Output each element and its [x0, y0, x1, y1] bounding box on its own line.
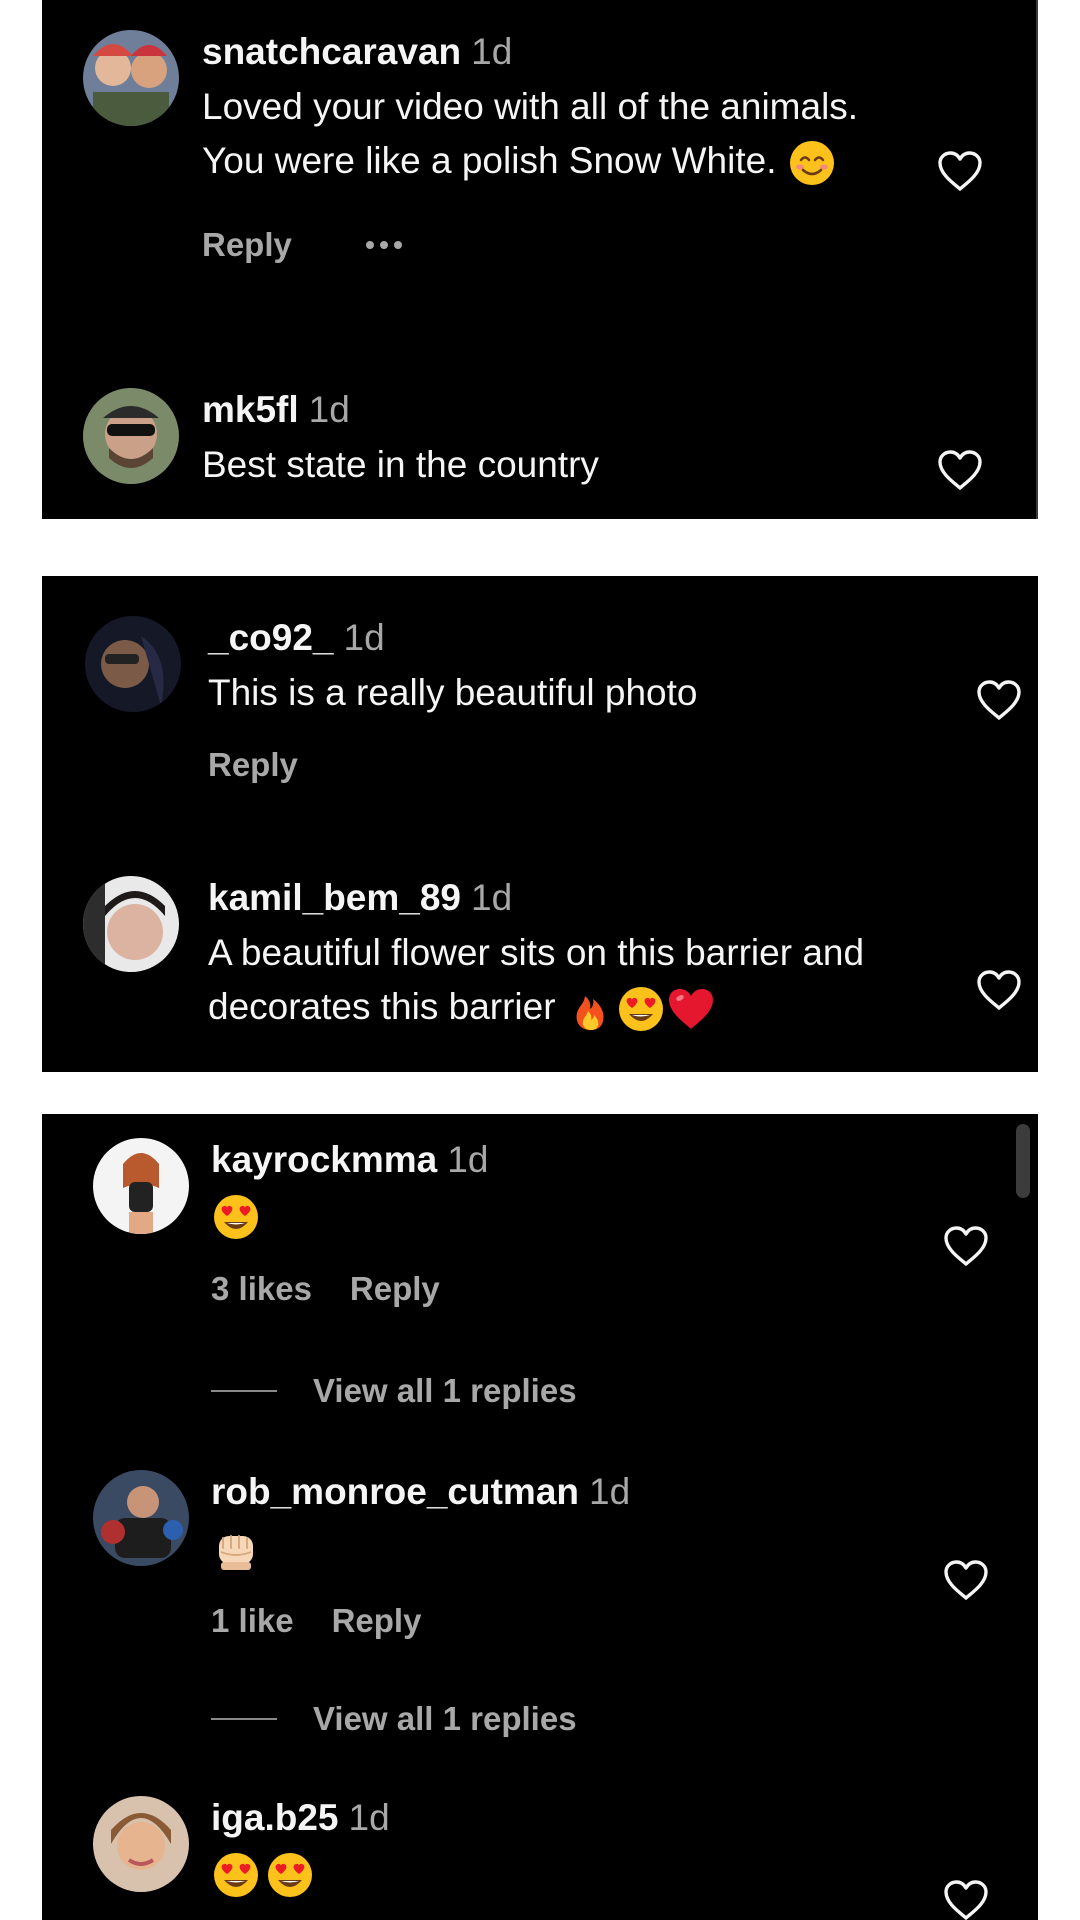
like-heart-icon[interactable] — [975, 678, 1023, 722]
comment-body: snatchcaravan 1d Loved your video with al… — [202, 30, 918, 264]
scrollbar[interactable] — [1016, 1124, 1030, 1198]
comment-body: rob_monroe_cutman 1d 1 like Reply — [211, 1470, 918, 1640]
replies-divider — [211, 1718, 277, 1720]
comment-text: This is a really beautiful photo — [208, 672, 698, 713]
comment-text — [211, 1522, 918, 1576]
likes-count[interactable]: 3 likes — [211, 1270, 312, 1308]
comments-panel-3: kayrockmma 1d 3 likes Reply View all 1 re… — [42, 1114, 1038, 1920]
like-heart-icon[interactable] — [975, 968, 1023, 1012]
like-heart-icon[interactable] — [936, 149, 984, 193]
like-heart-icon[interactable] — [942, 1878, 990, 1920]
timestamp: 1d — [447, 1139, 489, 1180]
replies-divider — [211, 1390, 277, 1392]
timestamp: 1d — [308, 389, 350, 430]
comment-actions: 1 like Reply — [211, 1602, 918, 1640]
reply-button[interactable]: Reply — [350, 1270, 440, 1308]
smiling-face-emoji-icon — [787, 138, 837, 188]
timestamp: 1d — [471, 877, 513, 918]
red-heart-emoji-icon — [666, 984, 716, 1034]
username[interactable]: snatchcaravan — [202, 31, 461, 72]
avatar[interactable] — [83, 876, 179, 972]
comment-body: _co92_ 1d This is a really beautiful phot… — [208, 616, 918, 784]
reply-button[interactable]: Reply — [332, 1602, 422, 1640]
reply-button[interactable]: Reply — [202, 226, 292, 264]
panel-scroll-edge — [1036, 0, 1038, 519]
more-options-icon[interactable] — [365, 241, 402, 250]
username[interactable]: mk5fl — [202, 389, 299, 430]
avatar[interactable] — [93, 1796, 189, 1892]
comment-text: A beautiful flower sits on this barrier … — [208, 926, 988, 1034]
username[interactable]: kayrockmma — [211, 1139, 437, 1180]
timestamp: 1d — [471, 31, 513, 72]
username[interactable]: kamil_bem_89 — [208, 877, 461, 918]
like-heart-icon[interactable] — [942, 1224, 990, 1268]
avatar[interactable] — [93, 1138, 189, 1234]
comment-text — [211, 1848, 918, 1902]
timestamp: 1d — [589, 1471, 631, 1512]
avatar[interactable] — [85, 616, 181, 712]
comments-panel-1: snatchcaravan 1d Loved your video with al… — [42, 0, 1038, 519]
username[interactable]: iga.b25 — [211, 1797, 339, 1838]
heart-eyes-emoji-icon — [265, 1850, 315, 1900]
comment-body: iga.b25 1d — [211, 1796, 918, 1902]
reply-button[interactable]: Reply — [208, 746, 298, 784]
username[interactable]: rob_monroe_cutman — [211, 1471, 579, 1512]
fire-emoji-icon — [566, 984, 616, 1034]
view-replies-button[interactable]: View all 1 replies — [211, 1700, 577, 1738]
comment-actions: 3 likes Reply — [211, 1270, 918, 1308]
timestamp: 1d — [348, 1797, 390, 1838]
comment-body: kayrockmma 1d 3 likes Reply — [211, 1138, 918, 1308]
avatar[interactable] — [83, 30, 179, 126]
comments-panel-2: _co92_ 1d This is a really beautiful phot… — [42, 576, 1038, 1072]
comment-body: kamil_bem_89 1d A beautiful flower sits o… — [208, 876, 988, 1034]
comment-actions: Reply — [202, 226, 918, 264]
comment-body: mk5fl 1d Best state in the country — [202, 388, 918, 492]
comment-text — [211, 1190, 918, 1244]
avatar[interactable] — [83, 388, 179, 484]
like-heart-icon[interactable] — [936, 448, 984, 492]
comment-actions: Reply — [208, 746, 918, 784]
username[interactable]: _co92_ — [208, 617, 334, 658]
comment-text: Loved your video with all of the animals… — [202, 80, 918, 188]
avatar[interactable] — [93, 1470, 189, 1566]
comment-text: Best state in the country — [202, 444, 599, 485]
heart-eyes-emoji-icon — [616, 984, 666, 1034]
heart-eyes-emoji-icon — [211, 1192, 261, 1242]
likes-count[interactable]: 1 like — [211, 1602, 294, 1640]
fist-bump-emoji-icon — [211, 1524, 261, 1574]
heart-eyes-emoji-icon — [211, 1850, 261, 1900]
timestamp: 1d — [343, 617, 385, 658]
view-replies-button[interactable]: View all 1 replies — [211, 1372, 577, 1410]
like-heart-icon[interactable] — [942, 1558, 990, 1602]
